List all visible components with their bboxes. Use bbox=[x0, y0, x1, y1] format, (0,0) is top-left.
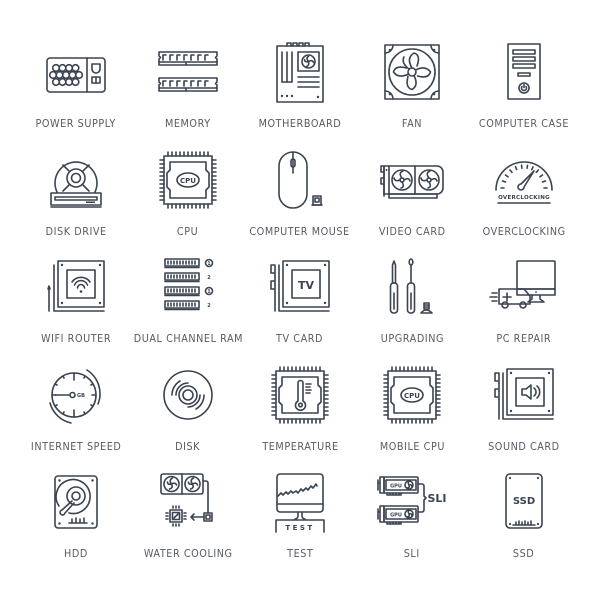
memory-icon bbox=[153, 40, 223, 106]
item-label: INTERNET SPEED bbox=[30, 440, 122, 453]
icon-cell-dual-channel-ram: 1 2 1 2 DUAL CHANNEL RAM bbox=[132, 245, 244, 353]
sli-icon: GPU GPU SLI bbox=[377, 470, 447, 536]
test-text: TEST bbox=[285, 524, 314, 532]
icon-cell-computer-case: COMPUTER CASE bbox=[468, 30, 580, 138]
icon-cell-disk-drive: DISK DRIVE bbox=[20, 138, 132, 246]
icon-cell-sli: GPU GPU SLI SLI bbox=[356, 460, 468, 568]
power-supply-icon bbox=[41, 40, 111, 106]
sound-card-icon bbox=[489, 363, 559, 429]
icon-cell-disk: DISK bbox=[132, 353, 244, 461]
icon-cell-power-supply: POWER SUPPLY bbox=[20, 30, 132, 138]
item-label: DUAL CHANNEL RAM bbox=[133, 333, 243, 345]
gb-text: GB bbox=[77, 393, 85, 399]
disk-drive-icon bbox=[41, 148, 111, 214]
icon-cell-overclocking: OVERCLOCKING OVERCLOCKING bbox=[468, 138, 580, 246]
icon-cell-fan: FAN bbox=[356, 30, 468, 138]
slot-number: 1 bbox=[207, 289, 211, 295]
upgrading-icon bbox=[377, 255, 447, 321]
item-label: TEST bbox=[286, 548, 314, 560]
item-label: UPGRADING bbox=[380, 333, 444, 345]
gpu-text: GPU bbox=[390, 484, 402, 490]
item-label: WIFI ROUTER bbox=[40, 333, 112, 345]
item-label: MOBILE CPU bbox=[379, 440, 445, 453]
item-label: COMPUTER MOUSE bbox=[249, 225, 351, 238]
icon-cell-tv-card: TV TV CARD bbox=[244, 245, 356, 353]
computer-mouse-icon bbox=[265, 148, 335, 214]
icon-cell-ssd: SSD SSD bbox=[468, 460, 580, 568]
pc-repair-icon bbox=[489, 255, 559, 321]
icon-cell-sound-card: SOUND CARD bbox=[468, 353, 580, 461]
cpu-icon: CPU bbox=[153, 148, 223, 214]
cpu-text: CPU bbox=[180, 177, 196, 185]
icon-cell-video-card: VIDEO CARD bbox=[356, 138, 468, 246]
slot-number: 2 bbox=[207, 275, 211, 281]
icon-cell-wifi-router: WIFI ROUTER bbox=[20, 245, 132, 353]
disk-icon bbox=[153, 363, 223, 429]
water-cooling-icon bbox=[153, 470, 223, 536]
dual-channel-ram-icon: 1 2 1 2 bbox=[153, 255, 223, 321]
item-label: MEMORY bbox=[165, 118, 211, 130]
ssd-icon: SSD bbox=[489, 470, 559, 536]
item-label: VIDEO CARD bbox=[378, 225, 446, 238]
temperature-icon bbox=[265, 363, 335, 429]
item-label: POWER SUPPLY bbox=[35, 118, 117, 130]
sli-text: SLI bbox=[427, 492, 446, 505]
internet-speed-icon: GB bbox=[41, 363, 111, 429]
icon-cell-computer-mouse: COMPUTER MOUSE bbox=[244, 138, 356, 246]
icon-cell-motherboard: MOTHERBOARD bbox=[244, 30, 356, 138]
icon-cell-water-cooling: WATER COOLING bbox=[132, 460, 244, 568]
item-label: CPU bbox=[177, 225, 199, 238]
fan-icon bbox=[377, 40, 447, 106]
wifi-router-icon bbox=[41, 255, 111, 321]
motherboard-icon bbox=[265, 40, 335, 106]
item-label: DISK DRIVE bbox=[45, 225, 107, 238]
video-card-icon bbox=[377, 148, 447, 214]
icon-cell-internet-speed: GB INTERNET SPEED bbox=[20, 353, 132, 461]
icon-cell-mobile-cpu: CPU MOBILE CPU bbox=[356, 353, 468, 461]
item-label: SLI bbox=[403, 548, 421, 560]
item-label: MOTHERBOARD bbox=[258, 118, 342, 130]
icon-cell-test: TEST TEST bbox=[244, 460, 356, 568]
mobile-cpu-icon: CPU bbox=[377, 363, 447, 429]
item-label: DISK bbox=[175, 440, 201, 453]
overclocking-text: OVERCLOCKING bbox=[498, 195, 550, 201]
icon-cell-hdd: HDD bbox=[20, 460, 132, 568]
item-label: FAN bbox=[401, 118, 423, 130]
icon-cell-pc-repair: PC REPAIR bbox=[468, 245, 580, 353]
icon-cell-upgrading: UPGRADING bbox=[356, 245, 468, 353]
item-label: OVERCLOCKING bbox=[482, 225, 566, 238]
cpu-text: CPU bbox=[404, 392, 420, 400]
item-label: COMPUTER CASE bbox=[478, 118, 570, 130]
hdd-icon bbox=[41, 470, 111, 536]
gpu-text: GPU bbox=[390, 513, 402, 519]
test-icon: TEST bbox=[265, 470, 335, 536]
item-label: WATER COOLING bbox=[143, 548, 233, 560]
slot-number: 1 bbox=[207, 261, 211, 267]
icon-cell-temperature: TEMPERATURE bbox=[244, 353, 356, 461]
item-label: TEMPERATURE bbox=[261, 440, 339, 453]
item-label: SSD bbox=[513, 548, 535, 560]
icon-cell-cpu: CPU CPU bbox=[132, 138, 244, 246]
slot-number: 2 bbox=[207, 303, 211, 309]
icon-cell-memory: MEMORY bbox=[132, 30, 244, 138]
overclocking-icon: OVERCLOCKING bbox=[489, 148, 559, 214]
tv-card-icon: TV bbox=[265, 255, 335, 321]
ssd-text: SSD bbox=[513, 496, 535, 507]
tv-text: TV bbox=[298, 279, 315, 292]
computer-case-icon bbox=[489, 40, 559, 106]
item-label: SOUND CARD bbox=[488, 440, 560, 453]
item-label: PC REPAIR bbox=[496, 333, 552, 345]
icon-grid: POWER SUPPLY MEMORY MOTHERBOARD FAN COMP… bbox=[20, 30, 580, 568]
item-label: HDD bbox=[64, 548, 88, 560]
item-label: TV CARD bbox=[276, 333, 324, 345]
